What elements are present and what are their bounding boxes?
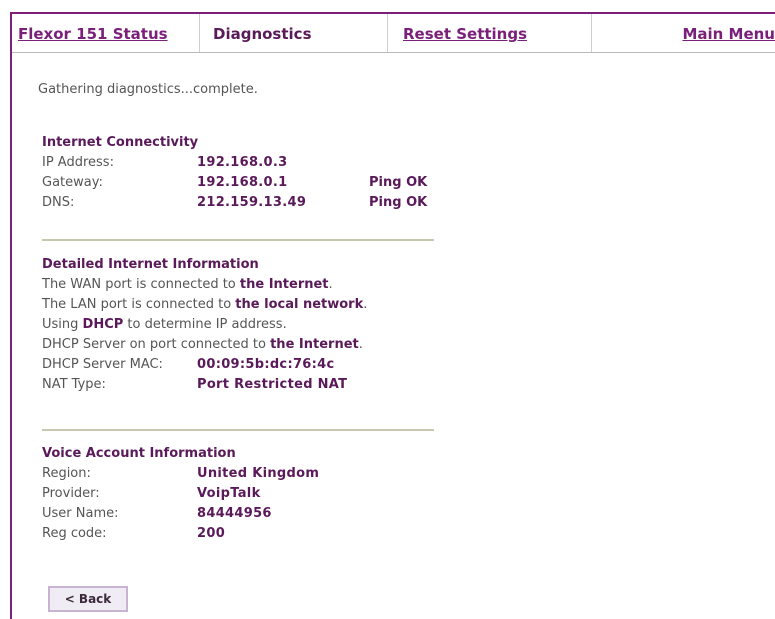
line-text: DHCP Server on port connected to: [42, 337, 271, 352]
reg-code-row: Reg code: 200: [42, 524, 434, 544]
provider-row: Provider: VoipTalk: [42, 484, 434, 504]
line-text: to determine IP address.: [123, 317, 287, 332]
status-message: Gathering diagnostics...complete.: [38, 82, 258, 97]
section-divider: [42, 239, 434, 241]
field-label: Reg code:: [42, 526, 107, 541]
field-label: NAT Type:: [42, 377, 106, 392]
line-text: .: [328, 277, 333, 292]
nav-link-main-menu[interactable]: Main Menu: [593, 14, 775, 52]
dns-ping-status: Ping OK: [369, 195, 428, 210]
dhcp-line: Using DHCP to determine IP address.: [42, 315, 434, 335]
line-text: .: [358, 337, 363, 352]
detailed-info-section: Detailed Internet Information The WAN po…: [42, 255, 434, 395]
reg-code-value: 200: [197, 526, 226, 541]
back-button[interactable]: < Back: [48, 586, 128, 612]
section-heading: Voice Account Information: [42, 446, 236, 461]
dhcp-mac-value: 00:09:5b:dc:76:4c: [197, 357, 335, 372]
field-label: User Name:: [42, 506, 119, 521]
nav-tab-diagnostics[interactable]: Diagnostics: [200, 14, 388, 52]
dhcp-mac-row: DHCP Server MAC: 00:09:5b:dc:76:4c: [42, 355, 434, 375]
nat-type-value: Port Restricted NAT: [197, 377, 348, 392]
field-label: Gateway:: [42, 175, 103, 190]
wan-port-line: The WAN port is connected to the Interne…: [42, 275, 434, 295]
field-label: Region:: [42, 466, 91, 481]
section-divider: [42, 429, 434, 431]
ip-address-value: 192.168.0.3: [197, 155, 288, 170]
gateway-row: Gateway: 192.168.0.1 Ping OK: [42, 173, 434, 193]
line-text: The WAN port is connected to: [42, 277, 240, 292]
top-nav: Flexor 151 Status Diagnostics Reset Sett…: [12, 14, 775, 53]
line-text: Using: [42, 317, 83, 332]
line-emphasis: the Internet: [270, 337, 359, 352]
voice-account-section: Voice Account Information Region: United…: [42, 444, 434, 544]
line-text: The LAN port is connected to: [42, 297, 236, 312]
dns-value: 212.159.13.49: [197, 195, 307, 210]
line-emphasis: the Internet: [239, 277, 329, 292]
nav-link-status[interactable]: Flexor 151 Status: [12, 14, 200, 52]
field-label: DNS:: [42, 195, 75, 210]
ip-address-row: IP Address: 192.168.0.3: [42, 153, 434, 173]
region-row: Region: United Kingdom: [42, 464, 434, 484]
user-name-row: User Name: 84444956: [42, 504, 434, 524]
field-label: Provider:: [42, 486, 100, 501]
dns-row: DNS: 212.159.13.49 Ping OK: [42, 193, 434, 213]
nav-link-reset-settings[interactable]: Reset Settings: [389, 14, 592, 52]
dhcp-server-line: DHCP Server on port connected to the Int…: [42, 335, 434, 355]
gateway-ping-status: Ping OK: [369, 175, 428, 190]
field-label: DHCP Server MAC:: [42, 357, 163, 372]
region-value: United Kingdom: [197, 466, 320, 481]
field-label: IP Address:: [42, 155, 114, 170]
line-text: .: [363, 297, 368, 312]
page-frame: Flexor 151 Status Diagnostics Reset Sett…: [10, 12, 775, 619]
line-emphasis: DHCP: [82, 317, 124, 332]
gateway-value: 192.168.0.1: [197, 175, 288, 190]
section-heading: Detailed Internet Information: [42, 257, 259, 272]
provider-value: VoipTalk: [197, 486, 261, 501]
internet-connectivity-section: Internet Connectivity IP Address: 192.16…: [42, 133, 434, 213]
lan-port-line: The LAN port is connected to the local n…: [42, 295, 434, 315]
line-emphasis: the local network: [235, 297, 364, 312]
nat-type-row: NAT Type: Port Restricted NAT: [42, 375, 434, 395]
user-name-value: 84444956: [197, 506, 272, 521]
section-heading: Internet Connectivity: [42, 135, 199, 150]
